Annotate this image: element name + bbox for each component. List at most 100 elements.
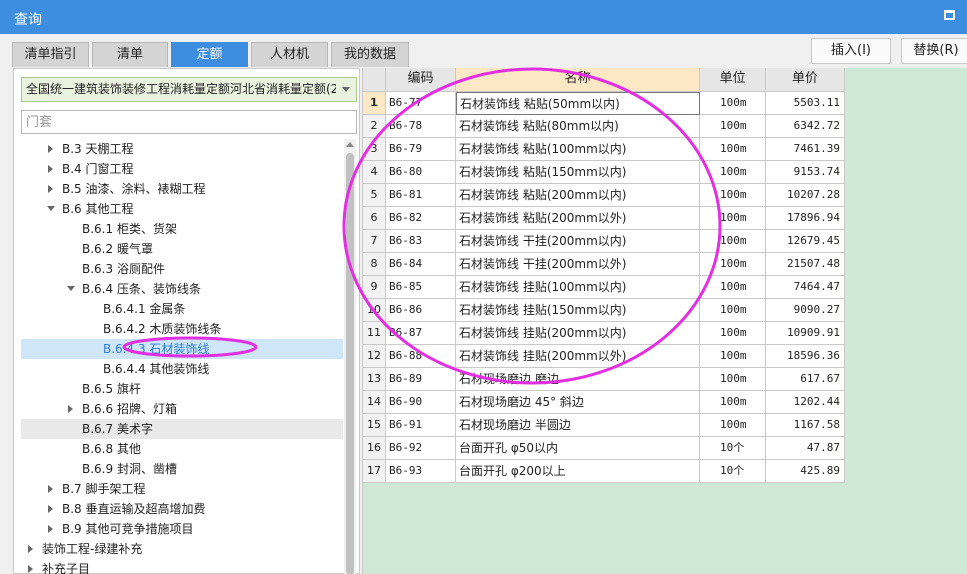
expand-arrow-icon[interactable]: [48, 185, 53, 193]
cell-name[interactable]: 石材装饰线 粘贴(80mm以内): [456, 115, 700, 138]
tree-node[interactable]: B.6.4 压条、装饰线条: [21, 279, 343, 299]
cell-unit[interactable]: 100m: [700, 115, 766, 138]
cell-code[interactable]: B6-90: [386, 391, 456, 414]
row-number[interactable]: 5: [363, 184, 386, 207]
cell-name[interactable]: 石材装饰线 粘贴(50mm以内): [456, 92, 700, 115]
cell-price[interactable]: 21507.48: [766, 253, 845, 276]
cell-unit[interactable]: 100m: [700, 322, 766, 345]
cell-unit[interactable]: 100m: [700, 253, 766, 276]
cell-name[interactable]: 石材装饰线 挂贴(200mm以外): [456, 345, 700, 368]
cell-code[interactable]: B6-78: [386, 115, 456, 138]
cell-price[interactable]: 12679.45: [766, 230, 845, 253]
tree-node[interactable]: B.6.4.3 石材装饰线: [21, 339, 343, 359]
tree-node[interactable]: B.6.1 柜类、货架: [21, 219, 343, 239]
replace-button[interactable]: 替换(R): [901, 38, 967, 64]
tree-node[interactable]: B.8 垂直运输及超高增加费: [21, 499, 343, 519]
cell-name[interactable]: 石材装饰线 粘贴(200mm以外): [456, 207, 700, 230]
header-name[interactable]: 名称: [456, 68, 700, 92]
tree-node[interactable]: B.7 脚手架工程: [21, 479, 343, 499]
expand-arrow-icon[interactable]: [48, 165, 53, 173]
cell-price[interactable]: 47.87: [766, 437, 845, 460]
row-number[interactable]: 7: [363, 230, 386, 253]
cell-unit[interactable]: 100m: [700, 207, 766, 230]
cell-unit[interactable]: 100m: [700, 161, 766, 184]
cell-name[interactable]: 石材装饰线 挂贴(200mm以内): [456, 322, 700, 345]
header-code[interactable]: 编码: [386, 68, 456, 92]
header-price[interactable]: 单价: [766, 68, 845, 92]
cell-name[interactable]: 石材装饰线 粘贴(200mm以内): [456, 184, 700, 207]
cell-unit[interactable]: 100m: [700, 299, 766, 322]
cell-code[interactable]: B6-83: [386, 230, 456, 253]
cell-name[interactable]: 台面开孔 φ200以上: [456, 460, 700, 483]
collapse-arrow-icon[interactable]: [67, 286, 75, 291]
cell-code[interactable]: B6-91: [386, 414, 456, 437]
tree-node[interactable]: B.6.8 其他: [21, 439, 343, 459]
cell-price[interactable]: 17896.94: [766, 207, 845, 230]
cell-unit[interactable]: 100m: [700, 345, 766, 368]
cell-name[interactable]: 石材现场磨边 45° 斜边: [456, 391, 700, 414]
row-number[interactable]: 11: [363, 322, 386, 345]
row-number[interactable]: 6: [363, 207, 386, 230]
cell-unit[interactable]: 100m: [700, 391, 766, 414]
cell-name[interactable]: 石材装饰线 粘贴(150mm以内): [456, 161, 700, 184]
cell-price[interactable]: 7461.39: [766, 138, 845, 161]
scroll-thumb[interactable]: [346, 153, 354, 574]
expand-arrow-icon[interactable]: [68, 405, 73, 413]
cell-code[interactable]: B6-82: [386, 207, 456, 230]
search-input[interactable]: [21, 110, 357, 134]
row-number[interactable]: 14: [363, 391, 386, 414]
row-number[interactable]: 12: [363, 345, 386, 368]
scroll-up-icon[interactable]: [346, 142, 354, 147]
collapse-arrow-icon[interactable]: [47, 206, 55, 211]
tree-node[interactable]: 装饰工程-绿建补充: [21, 539, 343, 559]
cell-price[interactable]: 5503.11: [766, 92, 845, 115]
tree-node[interactable]: B.6.4.1 金属条: [21, 299, 343, 319]
cell-price[interactable]: 10207.28: [766, 184, 845, 207]
cell-price[interactable]: 7464.47: [766, 276, 845, 299]
row-number[interactable]: 1: [363, 92, 386, 115]
header-unit[interactable]: 单位: [700, 68, 766, 92]
cell-name[interactable]: 石材装饰线 挂贴(150mm以内): [456, 299, 700, 322]
cell-name[interactable]: 台面开孔 φ50以内: [456, 437, 700, 460]
cell-unit[interactable]: 10个: [700, 460, 766, 483]
cell-unit[interactable]: 100m: [700, 138, 766, 161]
row-number[interactable]: 4: [363, 161, 386, 184]
row-number[interactable]: 8: [363, 253, 386, 276]
library-select[interactable]: 全国统一建筑装饰装修工程消耗量定额河北省消耗量定额(20: [21, 77, 357, 102]
tree-node[interactable]: B.6.5 旗杆: [21, 379, 343, 399]
cell-unit[interactable]: 100m: [700, 184, 766, 207]
row-number[interactable]: 3: [363, 138, 386, 161]
expand-arrow-icon[interactable]: [48, 485, 53, 493]
cell-code[interactable]: B6-87: [386, 322, 456, 345]
row-number[interactable]: 10: [363, 299, 386, 322]
tree-node[interactable]: B.6.2 暖气罩: [21, 239, 343, 259]
cell-price[interactable]: 425.89: [766, 460, 845, 483]
tree-node[interactable]: B.3 天棚工程: [21, 139, 343, 159]
cell-code[interactable]: B6-92: [386, 437, 456, 460]
tree-node[interactable]: B.6.7 美术字: [21, 419, 343, 439]
tab-quota[interactable]: 定额: [171, 42, 248, 67]
expand-arrow-icon[interactable]: [28, 545, 33, 553]
cell-price[interactable]: 617.67: [766, 368, 845, 391]
tree-scrollbar[interactable]: [344, 139, 356, 574]
cell-code[interactable]: B6-93: [386, 460, 456, 483]
tab-bill-guide[interactable]: 清单指引: [12, 42, 89, 67]
cell-name[interactable]: 石材装饰线 粘贴(100mm以内): [456, 138, 700, 161]
cell-name[interactable]: 石材装饰线 挂贴(100mm以内): [456, 276, 700, 299]
row-number[interactable]: 13: [363, 368, 386, 391]
expand-arrow-icon[interactable]: [48, 525, 53, 533]
row-number[interactable]: 16: [363, 437, 386, 460]
cell-code[interactable]: B6-81: [386, 184, 456, 207]
tab-bill[interactable]: 清单: [92, 42, 168, 67]
cell-name[interactable]: 石材现场磨边 半圆边: [456, 414, 700, 437]
tree-node[interactable]: B.6 其他工程: [21, 199, 343, 219]
tab-my-data[interactable]: 我的数据: [331, 42, 409, 67]
cell-name[interactable]: 石材现场磨边 磨边: [456, 368, 700, 391]
cell-unit[interactable]: 100m: [700, 414, 766, 437]
expand-arrow-icon[interactable]: [48, 505, 53, 513]
row-number[interactable]: 2: [363, 115, 386, 138]
cell-code[interactable]: B6-86: [386, 299, 456, 322]
maximize-icon[interactable]: [944, 10, 955, 20]
row-number[interactable]: 15: [363, 414, 386, 437]
cell-price[interactable]: 18596.36: [766, 345, 845, 368]
